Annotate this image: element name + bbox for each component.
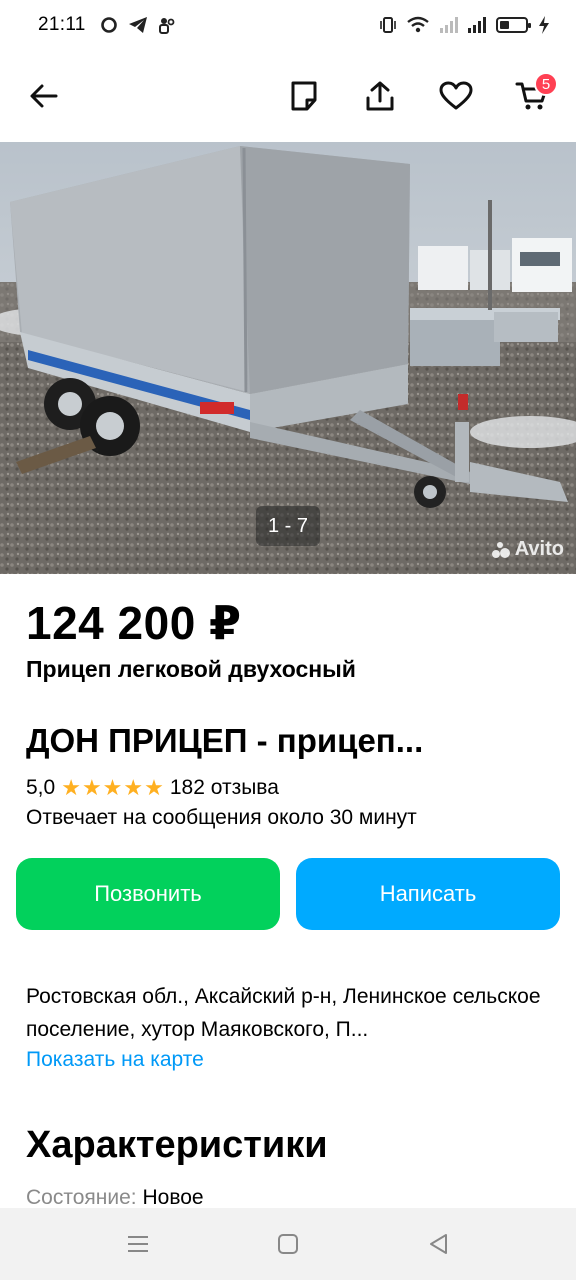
wifi-icon — [407, 16, 429, 33]
characteristics-title: Характеристики — [26, 1124, 328, 1166]
rating-value: 5,0 — [26, 776, 56, 799]
seller-name[interactable]: ДОН ПРИЦЕП - прицеп... — [26, 722, 556, 760]
chat-bubble-icon — [100, 17, 117, 33]
seller-rating[interactable]: 5,0 ★ ★ ★ ★ ★ 182 отзыва — [26, 776, 279, 800]
vibrate-icon — [380, 17, 396, 33]
rating-stars: ★ ★ ★ ★ ★ — [61, 777, 164, 799]
characteristic-row: Состояние: Новое — [26, 1186, 204, 1210]
status-bar: 21:11 — [0, 0, 576, 50]
people-icon — [158, 18, 175, 34]
listing-price: 124 200 ₽ — [26, 597, 242, 649]
back-button[interactable] — [18, 70, 70, 122]
listing-title: Прицеп легковой двухосный — [26, 656, 356, 682]
star-icon: ★ — [123, 775, 144, 800]
avito-logo-icon — [491, 541, 510, 558]
signal-icon — [440, 17, 458, 33]
status-time: 21:11 — [38, 14, 86, 35]
back-nav-button[interactable] — [418, 1224, 458, 1264]
square-icon — [278, 1234, 298, 1254]
reviews-count: 182 отзыва — [169, 776, 279, 799]
note-button[interactable] — [278, 70, 330, 122]
avito-watermark: Avito — [491, 538, 564, 561]
signal-icon — [468, 17, 486, 33]
condition-label: Состояние: — [26, 1186, 137, 1209]
address: Ростовская обл., Аксайский р-н, Ленинско… — [26, 985, 541, 1041]
share-button[interactable] — [354, 70, 406, 122]
condition-value: Новое — [142, 1186, 204, 1209]
note-icon — [291, 81, 317, 111]
photo-gallery[interactable]: 1 - 7 Avito — [0, 142, 576, 574]
star-icon: ★ — [144, 775, 164, 800]
photo-counter: 1 - 7 — [256, 506, 320, 546]
heart-icon — [439, 81, 473, 110]
telegram-icon — [128, 17, 147, 33]
triangle-back-icon — [430, 1234, 447, 1254]
star-icon: ★ — [81, 775, 102, 800]
charging-icon — [539, 16, 549, 34]
favorite-button[interactable] — [430, 70, 482, 122]
star-icon: ★ — [61, 775, 81, 800]
home-button[interactable] — [268, 1224, 308, 1264]
recents-button[interactable] — [118, 1224, 158, 1264]
share-icon — [366, 81, 394, 111]
cart-button[interactable]: 5 — [506, 70, 558, 122]
arrow-left-icon — [30, 84, 58, 108]
star-icon: ★ — [102, 775, 123, 800]
system-navigation-bar — [0, 1208, 576, 1280]
call-button[interactable]: Позвонить — [16, 858, 280, 930]
battery-icon — [496, 17, 531, 33]
menu-lines-icon — [128, 1236, 148, 1252]
write-button[interactable]: Написать — [296, 858, 560, 930]
show-on-map-link[interactable]: Показать на карте — [26, 1048, 204, 1072]
top-toolbar: 5 — [0, 50, 576, 142]
response-time: Отвечает на сообщения около 30 минут — [26, 806, 417, 829]
cart-count-badge: 5 — [534, 72, 558, 96]
